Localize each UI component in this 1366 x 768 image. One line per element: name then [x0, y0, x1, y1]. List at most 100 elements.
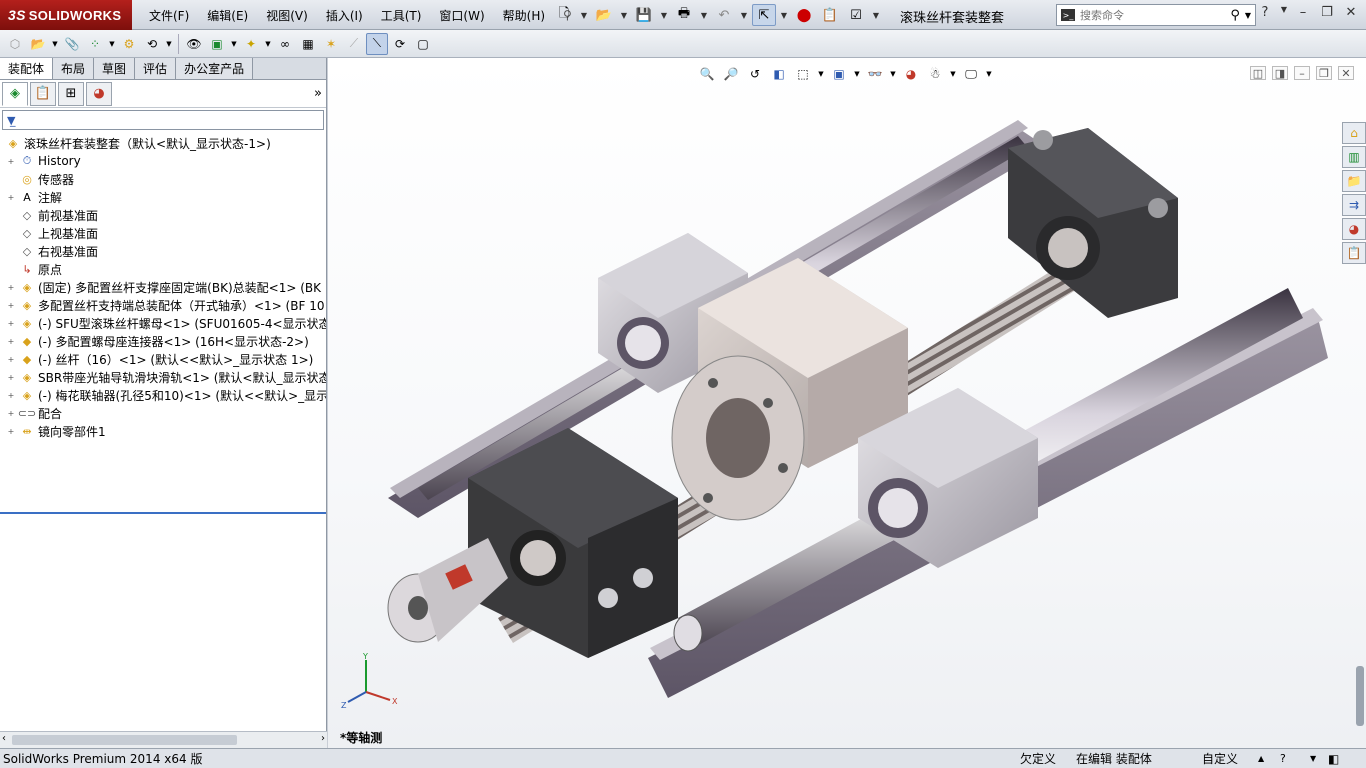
zoom-to-area-icon[interactable]: 🔎 — [720, 64, 742, 84]
print-icon[interactable]: 🖶 — [672, 4, 696, 26]
menu-insert[interactable]: 插入(I) — [317, 7, 372, 24]
open-folder-icon[interactable]: 📂 — [592, 4, 616, 26]
tree-item[interactable]: ◇ 右视基准面 — [0, 242, 326, 260]
viewport-minimize-icon[interactable]: – — [1294, 66, 1310, 80]
menu-window[interactable]: 窗口(W) — [430, 7, 493, 24]
apply-scene-icon[interactable]: ☃ — [924, 64, 946, 84]
tab-assembly[interactable]: 装配体 — [0, 58, 54, 79]
tree-item[interactable]: + ◈ 多配置丝杆支持端总装配体（开式轴承）<1> (BF 10 — [0, 296, 326, 314]
tree-root[interactable]: ◈ 滚珠丝杆套装整套（默认<默认_显示状态-1>) — [0, 134, 326, 152]
split-right-icon[interactable]: ◨ — [1272, 66, 1288, 80]
display-style-dropdown-icon[interactable]: ▼ — [852, 64, 862, 84]
rollback-bar[interactable] — [0, 512, 326, 514]
options-dropdown-icon[interactable]: ▼ — [870, 4, 882, 26]
pattern-dropdown-icon[interactable]: ▼ — [107, 33, 117, 55]
tree-item[interactable]: + ◈ (固定) 多配置丝杆支撑座固定端(BK)总装配<1> (BK 1 — [0, 278, 326, 296]
units-status[interactable]: 自定义 — [1202, 750, 1258, 767]
expand-toggle-icon[interactable]: + — [6, 427, 16, 436]
tab-evaluate[interactable]: 评估 — [135, 58, 177, 79]
tree-item[interactable]: + ◈ (-) 梅花联轴器(孔径5和10)<1> (默认<<默认>_显示 — [0, 386, 326, 404]
instant3d-icon[interactable]: ⟍ — [366, 32, 388, 55]
split-left-icon[interactable]: ◫ — [1250, 66, 1266, 80]
tree-item[interactable]: + ⇹ 镜向零部件1 — [0, 422, 326, 440]
tab-office-products[interactable]: 办公室产品 — [176, 58, 254, 79]
search-dropdown-icon[interactable]: ▼ — [1245, 11, 1251, 20]
expand-toggle-icon[interactable]: + — [6, 373, 16, 382]
hide-show-items-icon[interactable]: 👓 — [864, 64, 886, 84]
new-document-icon[interactable]: 🗋 — [552, 4, 576, 26]
expand-toggle-icon[interactable]: + — [6, 193, 16, 202]
expand-toggle-icon[interactable]: + — [6, 283, 16, 292]
solidworks-resources-icon[interactable]: ⌂ — [1342, 122, 1366, 144]
menu-help[interactable]: 帮助(H) — [494, 7, 554, 24]
tree-item[interactable]: + ◈ (-) SFU型滚珠丝杆螺母<1> (SFU01605-4<显示状态 — [0, 314, 326, 332]
exploded-view-icon[interactable]: ✶ — [320, 33, 342, 55]
insert-components-icon[interactable]: 📂 — [27, 33, 49, 55]
tree-item[interactable]: + ⊂⊃ 配合 — [0, 404, 326, 422]
show-hidden-components-icon[interactable]: 👁 — [183, 33, 205, 55]
hide-show-dropdown-icon[interactable]: ▼ — [888, 64, 898, 84]
feature-manager-tab-icon[interactable]: ◈ — [2, 81, 28, 106]
tree-horizontal-scrollbar[interactable]: ‹ › — [0, 731, 327, 748]
graphics-area[interactable]: 🔍 🔎 ↺ ◧ ⬚ ▼ ▣ ▼ 👓 ▼ ◕ ☃ ▼ 🖵 ▼ ◫ ◨ – ❐ ✕ … — [328, 58, 1366, 748]
tab-layout[interactable]: 布局 — [53, 58, 95, 79]
options-icon[interactable]: ☑ — [844, 4, 868, 26]
mate-icon[interactable]: 📎 — [61, 33, 83, 55]
viewport-close-icon[interactable]: ✕ — [1338, 66, 1354, 80]
move-component-icon[interactable]: ⟲ — [141, 33, 163, 55]
select-cursor-icon[interactable]: ⇱ — [752, 4, 776, 26]
help-dropdown-icon[interactable]: ▼ — [1280, 5, 1288, 20]
tree-item[interactable]: ◎ 传感器 — [0, 170, 326, 188]
previous-view-icon[interactable]: ↺ — [744, 64, 766, 84]
tree-item[interactable]: ◇ 前视基准面 — [0, 206, 326, 224]
tab-sketch[interactable]: 草图 — [94, 58, 136, 79]
expand-panel-icon[interactable]: » — [314, 86, 322, 101]
bill-of-materials-icon[interactable]: ▦ — [297, 33, 319, 55]
expand-toggle-icon[interactable]: + — [6, 355, 16, 364]
menu-view[interactable]: 视图(V) — [257, 7, 317, 24]
expand-toggle-icon[interactable]: + — [6, 409, 16, 418]
solidworks-logo[interactable]: 3S SOLIDWORKS — [0, 0, 132, 30]
expand-toggle-icon[interactable]: + — [6, 157, 16, 166]
tree-item[interactable]: + A 注解 — [0, 188, 326, 206]
tree-item[interactable]: + ⏱ History — [0, 152, 326, 170]
tree-filter[interactable]: ▼̲ — [2, 110, 324, 130]
property-manager-tab-icon[interactable]: 📋 — [30, 81, 56, 106]
expand-toggle-icon[interactable]: + — [6, 319, 16, 328]
explode-line-sketch-icon[interactable]: ⟋ — [343, 33, 365, 55]
expand-toggle-icon[interactable]: + — [6, 391, 16, 400]
file-explorer-icon[interactable]: 📁 — [1342, 170, 1366, 192]
search-icon[interactable]: ⚲ — [1230, 8, 1240, 23]
edit-component-icon[interactable]: ⬡ — [4, 33, 26, 55]
rebuild-status-icon[interactable]: ◧ — [1328, 752, 1348, 766]
expand-toggle-icon[interactable]: + — [6, 301, 16, 310]
display-manager-tab-icon[interactable]: ◕ — [86, 81, 112, 106]
insert-dropdown-icon[interactable]: ▼ — [50, 33, 60, 55]
zoom-to-fit-icon[interactable]: 🔍 — [696, 64, 718, 84]
units-dropdown-icon[interactable]: ▲ — [1258, 754, 1280, 763]
view-palette-icon[interactable]: ⇉ — [1342, 194, 1366, 216]
tree-item[interactable]: + ◆ (-) 多配置螺母座连接器<1> (16H<显示状态-2>) — [0, 332, 326, 350]
tree-item[interactable]: ↳ 原点 — [0, 260, 326, 278]
scroll-right-icon[interactable]: › — [321, 733, 325, 744]
menu-file[interactable]: 文件(F) — [140, 7, 198, 24]
features-dropdown-icon[interactable]: ▼ — [229, 33, 239, 55]
assembly-features-icon[interactable]: ▣ — [206, 33, 228, 55]
help-status-icon[interactable]: ? — [1280, 752, 1310, 765]
menu-edit[interactable]: 编辑(E) — [198, 7, 257, 24]
new-dropdown-icon[interactable]: ▼ — [578, 4, 590, 26]
view-settings-icon[interactable]: 🖵 — [960, 64, 982, 84]
linear-pattern-icon[interactable]: ⁘ — [84, 33, 106, 55]
reference-geometry-icon[interactable]: ✦ — [240, 33, 262, 55]
rebuild-traffic-light-icon[interactable]: ⬤ — [792, 4, 816, 26]
restore-icon[interactable]: ❐ — [1318, 5, 1336, 20]
edit-appearance-icon[interactable]: ◕ — [900, 64, 922, 84]
display-style-icon[interactable]: ▣ — [828, 64, 850, 84]
file-properties-icon[interactable]: 📋 — [818, 4, 842, 26]
search-input[interactable] — [1080, 8, 1226, 22]
scrollbar-thumb[interactable] — [12, 735, 237, 745]
move-dropdown-icon[interactable]: ▼ — [164, 33, 174, 55]
custom-properties-icon[interactable]: 📋 — [1342, 242, 1366, 264]
section-view-icon[interactable]: ◧ — [768, 64, 790, 84]
viewport-scroll-handle[interactable] — [1356, 666, 1364, 726]
